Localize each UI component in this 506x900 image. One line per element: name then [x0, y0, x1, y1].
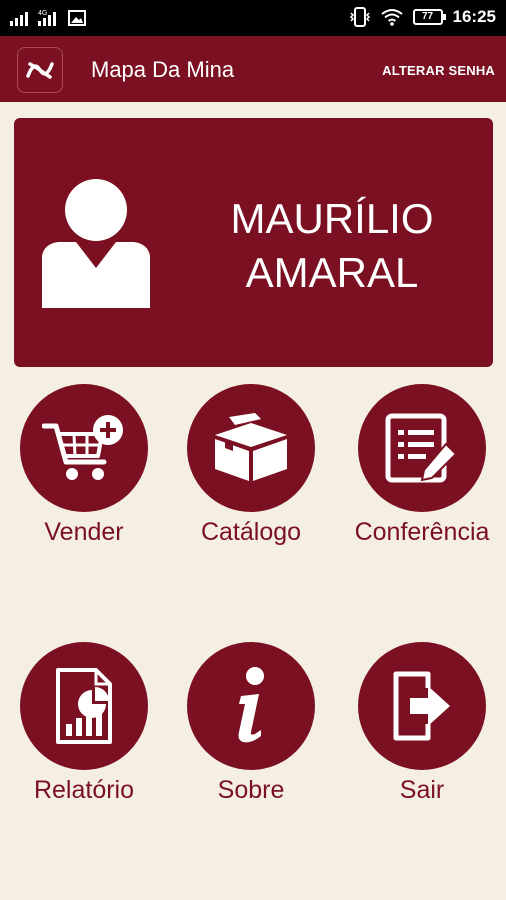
app-bar: Mapa Da Mina ALTERAR SENHA [0, 36, 506, 102]
report-chart-icon [56, 668, 112, 744]
menu-item-conferencia[interactable]: Conferência [338, 384, 506, 564]
wifi-icon [380, 9, 403, 26]
sobre-label: Sobre [217, 776, 285, 804]
vender-label: Vender [44, 518, 124, 546]
relatorio-label: Relatório [33, 776, 135, 804]
menu-item-vender[interactable]: Vender [0, 384, 170, 564]
catalogo-button[interactable] [187, 384, 315, 512]
sobre-button[interactable] [187, 642, 315, 770]
signal-icon: 4G [38, 10, 56, 26]
logo-icon [26, 62, 54, 79]
status-bar: 4G 77 16:25 [0, 0, 506, 36]
catalogo-label: Catálogo [200, 518, 302, 546]
vender-button[interactable] [20, 384, 148, 512]
user-first-name: MAURÍLIO [230, 195, 434, 242]
change-password-button[interactable]: ALTERAR SENHA [382, 63, 495, 78]
status-time: 16:25 [452, 7, 496, 26]
user-avatar-icon [42, 179, 150, 308]
conferencia-label: Conferência [354, 518, 490, 546]
info-icon [238, 667, 264, 743]
exit-icon [393, 671, 450, 741]
menu-item-sobre[interactable]: Sobre [167, 642, 337, 822]
sair-label: Sair [399, 776, 445, 804]
menu-item-sair[interactable]: Sair [338, 642, 506, 822]
profile-card: MAURÍLIO AMARAL [14, 118, 493, 367]
menu-item-catalogo[interactable]: Catálogo [167, 384, 337, 564]
user-name: MAURÍLIO AMARAL [182, 192, 482, 300]
signal-icon [10, 12, 28, 26]
conferencia-button[interactable] [358, 384, 486, 512]
form-edit-icon [385, 413, 458, 483]
svg-text:4G: 4G [38, 10, 47, 17]
battery-icon: 77 [412, 9, 446, 25]
user-last-name: AMARAL [245, 249, 419, 296]
app-logo [17, 47, 63, 93]
menu-item-relatorio[interactable]: Relatório [0, 642, 170, 822]
image-icon [68, 10, 86, 26]
sair-button[interactable] [358, 642, 486, 770]
boxes-icon [215, 413, 287, 481]
app-title: Mapa Da Mina [91, 57, 235, 82]
vibrate-icon [349, 7, 370, 27]
cart-add-icon [42, 415, 123, 480]
relatorio-button[interactable] [20, 642, 148, 770]
